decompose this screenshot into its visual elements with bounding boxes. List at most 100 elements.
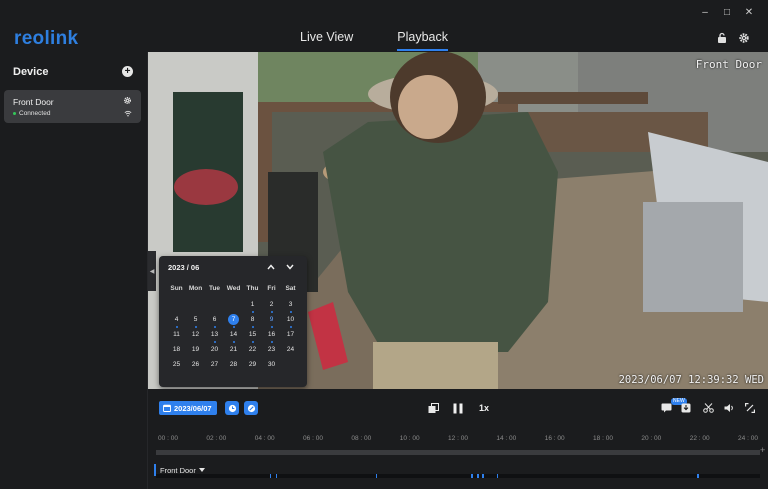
calendar-day[interactable]: 11 (167, 329, 186, 340)
calendar-day[interactable]: 8 (243, 314, 262, 328)
tab-playback[interactable]: Playback (397, 30, 449, 51)
recording-track[interactable] (156, 474, 760, 478)
timeline-scrubber[interactable] (156, 450, 760, 455)
timeline-tick-label: 16 : 00 (544, 435, 565, 442)
tab-live-view[interactable]: Live View (300, 30, 353, 51)
calendar-icon (163, 404, 171, 412)
close-button[interactable]: ✕ (738, 4, 760, 20)
calendar-day[interactable]: 19 (186, 344, 205, 355)
device-item-front-door[interactable]: Front Door Connected (4, 90, 141, 123)
fullscreen-icon (745, 403, 755, 413)
recording-marker[interactable] (375, 474, 378, 478)
recording-marker[interactable] (477, 474, 479, 478)
timeline-tick-label: 20 : 00 (641, 435, 662, 442)
calendar-day[interactable]: 6 (205, 314, 224, 328)
calendar-day[interactable]: 18 (167, 344, 186, 355)
collapse-sidebar-handle[interactable]: ◀ (148, 251, 156, 291)
weekday-label: Wed (226, 285, 241, 292)
calendar-empty-cell (205, 299, 224, 310)
download-icon (681, 403, 691, 413)
toolbar-icons (716, 32, 750, 44)
next-month-button[interactable] (284, 261, 296, 273)
main-tabs: Live View Playback (300, 30, 449, 51)
timeline-tick-label: 12 : 00 (448, 435, 468, 442)
fullscreen-button[interactable] (744, 402, 756, 414)
device-sidebar: Device + Front Door Connected (0, 52, 148, 489)
calendar-day[interactable]: 3 (281, 299, 300, 313)
calendar-day[interactable]: 7 (224, 314, 243, 328)
calendar-day[interactable]: 22 (243, 344, 262, 355)
calendar-day[interactable]: 20 (205, 344, 224, 355)
weekday-label: Thu (246, 285, 259, 292)
recording-marker[interactable] (269, 474, 271, 478)
date-picker: 2023 / 06 Sun Mon Tue Wed Thu Fri Sat 1 2 3 4 5 6 7 8 9… (159, 256, 307, 387)
calendar-day[interactable]: 14 (224, 329, 243, 343)
clip-button[interactable] (427, 402, 439, 414)
timeline-tick-label: 08 : 00 (351, 435, 372, 442)
pause-icon (453, 403, 463, 413)
date-button[interactable]: 2023/06/07 (159, 401, 217, 415)
recording-marker[interactable] (496, 474, 499, 478)
calendar-day[interactable]: 4 (167, 314, 186, 328)
minimize-button[interactable]: – (694, 4, 716, 20)
calendar-day[interactable]: 5 (186, 314, 205, 328)
download-button[interactable] (680, 402, 692, 414)
calendar-day[interactable]: 29 (243, 359, 262, 370)
prev-month-button[interactable] (265, 261, 277, 273)
chevron-up-icon (267, 264, 275, 270)
event-filter-button[interactable] (244, 401, 258, 415)
title-bar: reolink – □ ✕ Live View Playback (0, 0, 768, 52)
gear-icon[interactable] (738, 32, 750, 44)
recording-marker[interactable] (471, 474, 473, 478)
wifi-icon (124, 110, 132, 117)
chevron-down-icon (286, 264, 294, 270)
calendar-day[interactable]: 23 (262, 344, 281, 355)
recording-marker[interactable] (697, 474, 699, 478)
calendar-day[interactable]: 27 (205, 359, 224, 370)
calendar-day[interactable]: 25 (167, 359, 186, 370)
calendar-day[interactable]: 21 (224, 344, 243, 355)
timeline-tick-label: 14 : 00 (496, 435, 517, 442)
weekday-label: Tue (208, 285, 221, 292)
calendar-day[interactable]: 13 (205, 329, 224, 343)
calendar-day[interactable]: 17 (281, 329, 300, 340)
maximize-button[interactable]: □ (716, 4, 738, 20)
calendar-day[interactable]: 16 (262, 329, 281, 343)
calendar-day[interactable]: 26 (186, 359, 205, 370)
calendar-day[interactable]: 24 (281, 344, 300, 355)
playback-controls: 2023/06/07 1x NEW 00: 00 02: 00 04: 0… (148, 389, 768, 489)
calendar-grid: Sun Mon Tue Wed Thu Fri Sat 1 2 3 4 5 6 7 8 9 10 11 12 13 14… (167, 285, 300, 370)
recording-marker[interactable] (275, 474, 278, 478)
messages-button[interactable] (660, 402, 672, 414)
calendar-empty-cell (186, 299, 205, 310)
add-device-icon[interactable]: + (122, 66, 133, 77)
playback-speed-button[interactable]: 1x (479, 403, 489, 413)
calendar-day[interactable]: 12 (186, 329, 205, 340)
online-dot-icon (13, 111, 16, 115)
device-status-text: Connected (19, 110, 51, 117)
timeline-tick-label: 04 : 00 (254, 435, 275, 442)
calendar-day[interactable]: 9 (262, 314, 281, 328)
date-button-label: 2023/06/07 (174, 403, 212, 413)
calendar-day[interactable]: 30 (262, 359, 281, 370)
calendar-day[interactable]: 2 (262, 299, 281, 313)
volume-button[interactable] (723, 402, 735, 414)
calendar-day[interactable]: 28 (224, 359, 243, 370)
scissors-button[interactable] (702, 402, 714, 414)
lock-icon[interactable] (716, 32, 728, 44)
calendar-day[interactable]: 1 (243, 299, 262, 313)
pause-button[interactable] (452, 402, 464, 414)
calendar-day[interactable]: 15 (243, 329, 262, 343)
weekday-label: Sun (170, 285, 183, 292)
timeline-tick-label: 24 : 00 (738, 435, 758, 442)
message-icon (661, 403, 671, 413)
recording-marker[interactable] (482, 474, 484, 478)
window-controls: – □ ✕ (694, 4, 760, 20)
device-settings-icon[interactable] (123, 96, 132, 105)
weekday-label: Fri (267, 285, 276, 292)
calendar-empty-cell (224, 299, 243, 310)
zoom-in-icon[interactable]: + (760, 445, 765, 455)
device-name: Front Door (13, 97, 54, 107)
time-filter-button[interactable] (225, 401, 239, 415)
calendar-day[interactable]: 10 (281, 314, 300, 328)
